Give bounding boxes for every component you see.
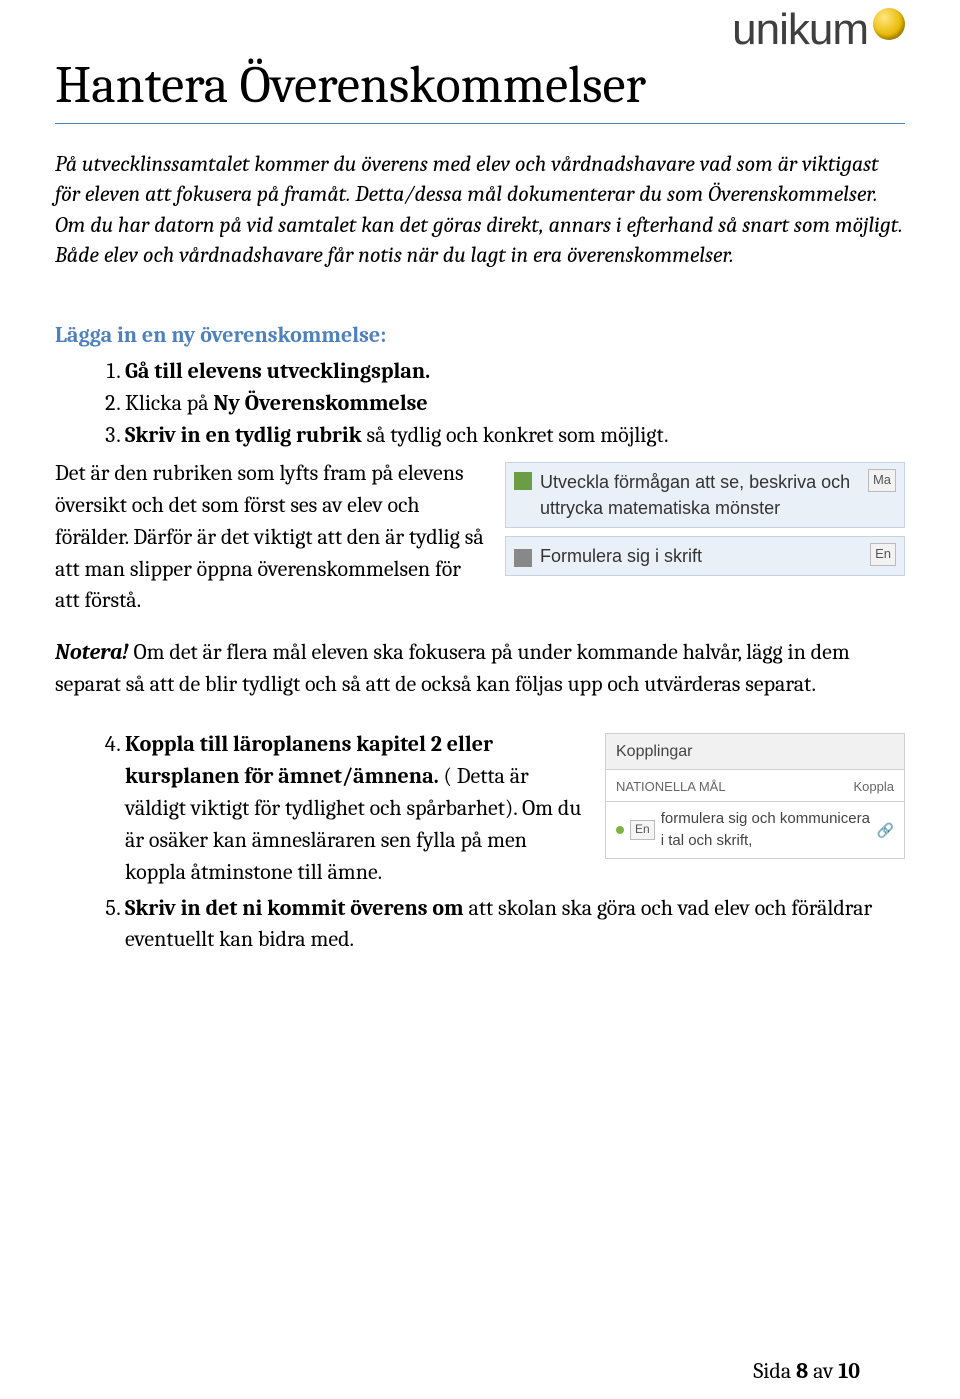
kopplingar-head: Kopplingar [605,733,905,770]
list-item-bold: Skriv in en tydlig rubrik [125,422,362,448]
kopplingar-item: En formulera sig och kommunicera i tal o… [605,802,905,859]
notera-text: Om det är flera mål eleven ska fokusera … [55,639,850,697]
list-item-bold: Gå till elevens utvecklingsplan. [125,358,430,384]
subject-tag: En [630,820,655,839]
numbered-list-1: Gå till elevens utvecklingsplan. Klicka … [55,356,905,452]
list-item-text: Klicka på [125,390,213,416]
snippet-row: Formulera sig i skrift En [505,536,905,576]
list-item: Klicka på Ny Överenskommelse [125,388,905,420]
item-icon [514,549,532,567]
snippet-row: Utveckla förmågan att se, beskriva och u… [505,462,905,528]
after-list-text: Det är den rubriken som lyfts fram på el… [55,460,484,614]
intro-paragraph: På utvecklinssamtalet kommer du överens … [55,149,905,270]
subject-tag: Ma [868,469,896,492]
list-item-bold: Ny Överenskommelse [213,390,427,416]
page-title: Hantera Överenskommelser [55,55,905,124]
example-snippet-1: Utveckla förmågan att se, beskriva och u… [505,462,905,584]
subject-tag: En [870,543,896,566]
list-item: Skriv in en tydlig rubrik så tydlig och … [125,420,905,452]
numbered-list-2: Kopplingar NATIONELLA MÅL Koppla En form… [55,729,905,956]
list-item-bold: Skriv in det ni kommit överens om [125,895,464,921]
kopplingar-sub-right: Koppla [854,778,894,797]
footer-page: 8 [796,1358,808,1384]
footer-total: 10 [838,1358,860,1384]
page-footer: Sida 8 av 10 [753,1358,860,1384]
snippet-text: Formulera sig i skrift [540,543,862,569]
footer-pre: Sida [753,1358,796,1384]
logo-icon [873,8,905,40]
notera-bold: Notera! [55,639,129,665]
list-item: Gå till elevens utvecklingsplan. [125,356,905,388]
footer-mid: av [808,1358,838,1384]
snippet-text: Utveckla förmågan att se, beskriva och u… [540,469,860,521]
list-item-text: så tydlig och konkret som möjligt. [362,422,669,448]
notera-paragraph: Notera! Om det är flera mål eleven ska f… [55,637,905,701]
logo-text: unikum [732,5,868,55]
status-dot-icon [616,826,624,834]
kopplingar-subhead: NATIONELLA MÅL Koppla [605,770,905,802]
after-list-block: Utveckla förmågan att se, beskriva och u… [55,458,905,617]
list-item: Skriv in det ni kommit överens om att sk… [125,893,905,957]
list-item: Kopplingar NATIONELLA MÅL Koppla En form… [125,729,905,888]
checkmark-icon [514,472,532,490]
kopplingar-item-text: formulera sig och kommunicera i tal och … [661,808,871,852]
kopplingar-sub-left: NATIONELLA MÅL [616,778,726,797]
section-heading: Lägga in en ny överenskommelse: [55,320,905,351]
link-icon: 🔗 [877,820,894,840]
logo: unikum [732,5,905,55]
kopplingar-snippet: Kopplingar NATIONELLA MÅL Koppla En form… [605,733,905,859]
